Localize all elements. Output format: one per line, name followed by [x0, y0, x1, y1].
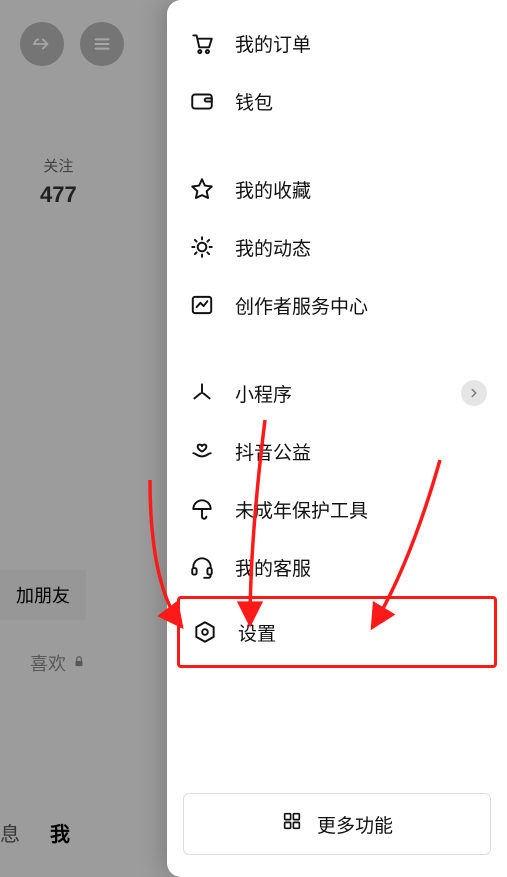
bottom-tabs: 息 我: [0, 818, 70, 847]
star-icon: [187, 174, 217, 204]
side-drawer: 我的订单 钱包 我的收藏 我的动态 创作者服务中心: [167, 0, 507, 877]
menu-item-charity[interactable]: 抖音公益: [177, 422, 497, 480]
headset-icon: [187, 552, 217, 582]
menu-item-label: 设置: [238, 619, 276, 646]
menu-item-minor[interactable]: 未成年保护工具: [177, 480, 497, 538]
menu-item-favorites[interactable]: 我的收藏: [177, 160, 497, 218]
settings-icon: [190, 617, 220, 647]
menu-item-moments[interactable]: 我的动态: [177, 218, 497, 276]
likes-tab[interactable]: 喜欢: [30, 650, 86, 676]
menu-item-label: 我的客服: [235, 554, 311, 581]
menu-item-miniapp[interactable]: 小程序: [177, 364, 497, 422]
menu-item-label: 创作者服务中心: [235, 292, 368, 319]
tab-messages[interactable]: 息: [0, 818, 20, 847]
lock-icon: [72, 653, 86, 674]
sun-icon: [187, 232, 217, 262]
spark-icon: [187, 378, 217, 408]
menu-item-label: 我的收藏: [235, 176, 311, 203]
heart-hands-icon: [187, 436, 217, 466]
likes-label: 喜欢: [30, 650, 66, 676]
follow-stat[interactable]: 关注 477: [40, 155, 77, 208]
follow-label: 关注: [40, 155, 77, 176]
menu-item-wallet[interactable]: 钱包: [177, 72, 497, 130]
more-functions-button[interactable]: 更多功能: [183, 793, 491, 855]
menu-button[interactable]: [80, 22, 124, 66]
umbrella-icon: [187, 494, 217, 524]
menu-item-label: 我的订单: [235, 30, 311, 57]
chevron-right-icon: [461, 380, 487, 406]
tab-me[interactable]: 我: [50, 818, 70, 847]
cart-icon: [187, 28, 217, 58]
grid-icon: [281, 810, 303, 838]
add-friend-button[interactable]: 加朋友: [0, 570, 86, 620]
menu-item-label: 未成年保护工具: [235, 496, 368, 523]
chart-icon: [187, 290, 217, 320]
menu-item-label: 小程序: [235, 380, 292, 407]
follow-count: 477: [40, 182, 77, 208]
menu-item-label: 我的动态: [235, 234, 311, 261]
share-button[interactable]: [20, 22, 64, 66]
menu-item-label: 钱包: [235, 88, 273, 115]
wallet-icon: [187, 86, 217, 116]
menu-item-settings[interactable]: 设置: [177, 596, 497, 668]
menu-item-orders[interactable]: 我的订单: [177, 14, 497, 72]
more-functions-label: 更多功能: [317, 811, 393, 838]
menu-item-support[interactable]: 我的客服: [177, 538, 497, 596]
menu-item-label: 抖音公益: [235, 438, 311, 465]
menu-item-creator[interactable]: 创作者服务中心: [177, 276, 497, 334]
